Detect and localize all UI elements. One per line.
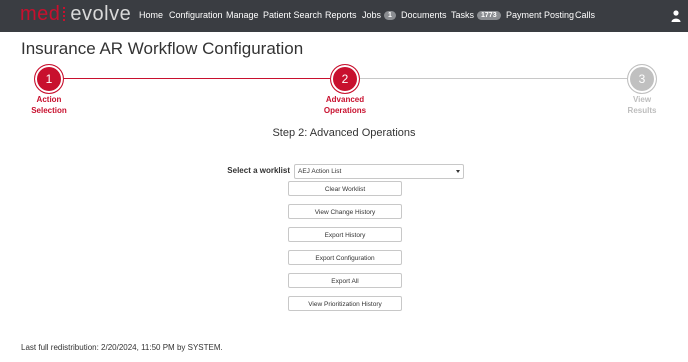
- user-icon[interactable]: [671, 10, 681, 22]
- view-change-history-button[interactable]: View Change History: [288, 204, 402, 219]
- nav-home[interactable]: Home: [139, 9, 163, 21]
- step-2-label-line1: Advanced: [325, 95, 365, 104]
- nav-configuration[interactable]: Configuration: [169, 9, 223, 21]
- logo-text-med: med: [20, 3, 61, 25]
- worklist-selected-value: AEJ Action List: [298, 168, 342, 175]
- page-title: Insurance AR Workflow Configuration: [21, 39, 304, 58]
- step-1-label-line1: Action: [36, 95, 62, 104]
- view-prioritization-history-button[interactable]: View Prioritization History: [288, 296, 402, 311]
- nav-tasks[interactable]: Tasks 1773: [451, 9, 501, 21]
- export-configuration-button[interactable]: Export Configuration: [288, 250, 402, 265]
- worklist-label: Select a worklist: [227, 166, 290, 175]
- nav-home-label: Home: [139, 10, 164, 20]
- step-3-label-line2: Results: [627, 106, 657, 115]
- nav-patient-search[interactable]: Patient Search: [263, 9, 322, 21]
- export-history-button[interactable]: Export History: [288, 227, 402, 242]
- nav-payment-posting-label: Payment Posting: [506, 10, 575, 20]
- nav-documents[interactable]: Documents: [401, 9, 447, 21]
- chevron-down-icon: [456, 170, 460, 173]
- nav-reports[interactable]: Reports: [325, 9, 357, 21]
- nav-patient-search-label: Patient Search: [263, 10, 323, 20]
- nav-manage-label: Manage: [226, 10, 259, 20]
- worklist-select[interactable]: AEJ Action List: [294, 164, 464, 179]
- export-all-button[interactable]: Export All: [288, 273, 402, 288]
- logo-text-evolve: evolve: [70, 3, 132, 25]
- nav-payment-posting[interactable]: Payment Posting: [506, 9, 574, 21]
- step-1-label-line2: Selection: [31, 106, 67, 115]
- step-2-label-line2: Operations: [323, 106, 367, 115]
- step-2-label[interactable]: Advanced Operations: [310, 94, 380, 116]
- nav-reports-label: Reports: [325, 10, 357, 20]
- step-1-circle[interactable]: 1: [34, 64, 64, 94]
- top-navbar: med evolve Home Configuration Manage Pati…: [0, 0, 688, 32]
- nav-tasks-label: Tasks: [451, 10, 475, 20]
- nav-calls-label: Calls: [575, 10, 596, 20]
- step-3-label[interactable]: View Results: [607, 94, 677, 116]
- wizard-progress-line-pending: [360, 78, 628, 79]
- nav-calls[interactable]: Calls: [575, 9, 595, 21]
- step-2-number: 2: [341, 72, 349, 86]
- tasks-count-badge: 1773: [477, 11, 501, 20]
- logo-separator: [63, 7, 68, 21]
- step-3-label-line1: View: [632, 95, 652, 104]
- step-1-label[interactable]: Action Selection: [14, 94, 84, 116]
- nav-jobs[interactable]: Jobs 1: [362, 9, 396, 21]
- step-3-number: 3: [638, 72, 646, 86]
- step-heading: Step 2: Advanced Operations: [272, 127, 416, 139]
- jobs-count-badge: 1: [384, 11, 396, 20]
- step-2-circle[interactable]: 2: [330, 64, 360, 94]
- step-1-number: 1: [45, 72, 53, 86]
- nav-jobs-label: Jobs: [362, 10, 382, 20]
- wizard-progress-line-complete: [62, 78, 330, 79]
- medevolve-logo[interactable]: med evolve: [20, 3, 131, 25]
- last-redistribution-note: Last full redistribution: 2/20/2024, 11:…: [21, 343, 223, 352]
- step-3-circle[interactable]: 3: [627, 64, 657, 94]
- nav-manage[interactable]: Manage: [226, 9, 259, 21]
- nav-documents-label: Documents: [401, 10, 447, 20]
- clear-worklist-button[interactable]: Clear Worklist: [288, 181, 402, 196]
- nav-configuration-label: Configuration: [169, 10, 223, 20]
